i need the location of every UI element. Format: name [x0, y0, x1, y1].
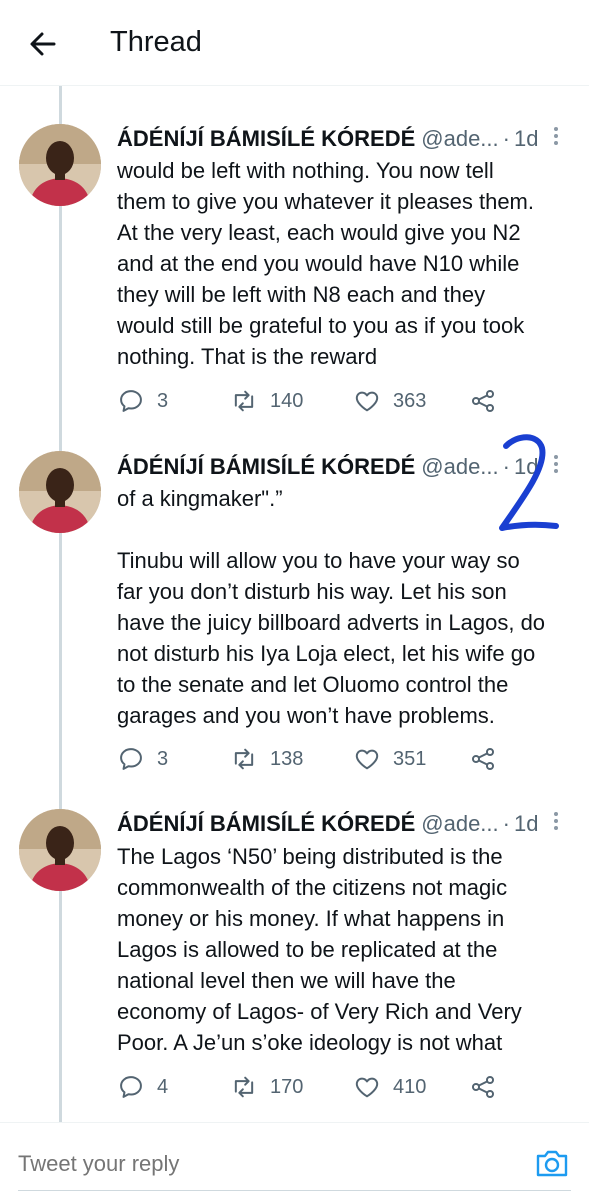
- author-handle[interactable]: @ade...: [421, 126, 498, 151]
- retweet-count: 170: [270, 1075, 304, 1098]
- avatar-image: [19, 809, 101, 891]
- like-button[interactable]: 410: [353, 1070, 426, 1104]
- tweet-text: The Lagos ‘N50’ being distributed is the…: [117, 844, 522, 1055]
- reply-count: 3: [157, 747, 169, 770]
- page-title: Thread: [110, 26, 202, 58]
- reply-button[interactable]: 4: [117, 1070, 168, 1104]
- comment-icon: [120, 748, 142, 770]
- avatar[interactable]: [19, 451, 101, 533]
- back-button[interactable]: [22, 24, 66, 64]
- comment-icon: [120, 1076, 142, 1098]
- add-photo-button[interactable]: [532, 1143, 572, 1183]
- retweet-icon: [234, 748, 254, 770]
- share-icon: [471, 389, 495, 413]
- heart-icon: [355, 391, 379, 412]
- share-icon: [471, 1075, 495, 1099]
- composer-divider: [18, 1190, 571, 1191]
- tweet-actions: 3 138 351: [117, 742, 557, 776]
- reply-composer: [0, 1122, 589, 1200]
- author-name[interactable]: ÁDÉNÍJÍ BÁMISÍLÉ KÓREDÉ: [117, 811, 415, 836]
- retweet-count: 140: [270, 389, 304, 412]
- avatar[interactable]: [19, 809, 101, 891]
- like-button[interactable]: 363: [353, 384, 426, 418]
- retweet-icon: [234, 390, 254, 412]
- tweet-header: ÁDÉNÍJÍ BÁMISÍLÉ KÓREDÉ @ade... · 1d: [117, 126, 557, 156]
- timestamp[interactable]: 1d: [514, 126, 538, 151]
- timestamp[interactable]: 1d: [514, 811, 538, 836]
- like-count: 363: [393, 389, 427, 412]
- top-bar: Thread: [0, 0, 589, 86]
- reply-input[interactable]: [18, 1151, 498, 1177]
- reply-button[interactable]: 3: [117, 384, 168, 418]
- reply-button[interactable]: 3: [117, 742, 168, 776]
- retweet-button[interactable]: 140: [230, 384, 303, 418]
- avatar-image: [19, 124, 101, 206]
- more-vertical-icon: [548, 812, 564, 830]
- share-button[interactable]: [469, 384, 509, 418]
- comment-icon: [120, 390, 142, 412]
- author-handle[interactable]: @ade...: [421, 454, 498, 479]
- tweet-header: ÁDÉNÍJÍ BÁMISÍLÉ KÓREDÉ @ade... · 1d: [117, 811, 557, 841]
- avatar[interactable]: [19, 124, 101, 206]
- author-handle[interactable]: @ade...: [421, 811, 498, 836]
- heart-icon: [355, 1077, 379, 1098]
- more-vertical-icon: [548, 127, 564, 145]
- like-count: 410: [393, 1075, 427, 1098]
- avatar-image: [19, 451, 101, 533]
- retweet-button[interactable]: 138: [230, 742, 303, 776]
- retweet-button[interactable]: 170: [230, 1070, 303, 1104]
- share-button[interactable]: [469, 742, 509, 776]
- separator-dot: ·: [502, 811, 510, 836]
- camera-icon: [536, 1150, 568, 1177]
- heart-icon: [355, 749, 379, 770]
- like-button[interactable]: 351: [353, 742, 426, 776]
- retweet-count: 138: [270, 747, 304, 770]
- share-button[interactable]: [469, 1070, 509, 1104]
- reply-count: 3: [157, 389, 169, 412]
- share-icon: [471, 747, 495, 771]
- tweet-actions: 4 170 410: [117, 1070, 557, 1104]
- separator-dot: ·: [502, 126, 510, 151]
- reply-count: 4: [157, 1075, 169, 1098]
- author-name[interactable]: ÁDÉNÍJÍ BÁMISÍLÉ KÓREDÉ: [117, 126, 415, 151]
- tweet-header: ÁDÉNÍJÍ BÁMISÍLÉ KÓREDÉ @ade... · 1d: [117, 454, 557, 484]
- more-options-button[interactable]: [548, 809, 564, 837]
- handwritten-number-annotation: [499, 434, 559, 531]
- thread-connector-line: [59, 86, 62, 1122]
- arrow-left-icon: [30, 32, 56, 56]
- tweet-actions: 3 140 363: [117, 384, 557, 418]
- like-count: 351: [393, 747, 427, 770]
- more-options-button[interactable]: [548, 124, 564, 152]
- author-name[interactable]: ÁDÉNÍJÍ BÁMISÍLÉ KÓREDÉ: [117, 454, 415, 479]
- retweet-icon: [234, 1076, 254, 1098]
- tweet-text: would be left with nothing. You now tell…: [117, 158, 534, 369]
